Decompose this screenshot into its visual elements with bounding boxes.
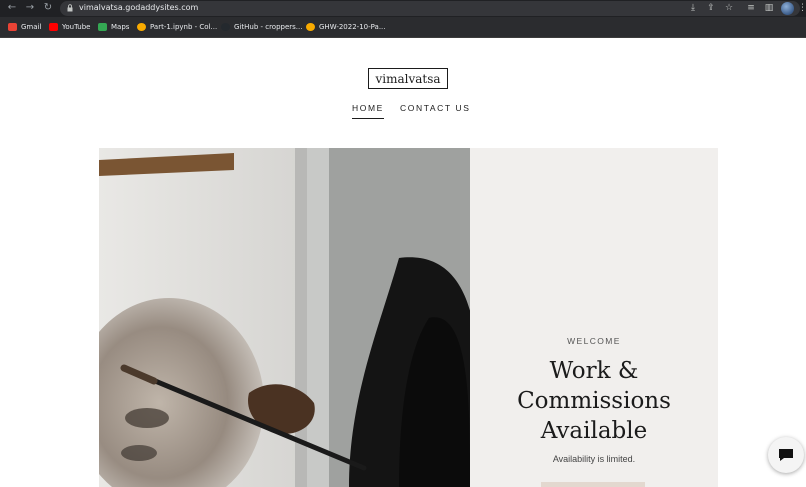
hero-section: WELCOME Work & Commissions Available Ava… xyxy=(99,148,718,487)
bookmark-colab-ghw[interactable]: GHW-2022-10-Pa... xyxy=(306,17,386,37)
hero-cta-button[interactable] xyxy=(541,482,645,487)
site-logo[interactable]: vimalvatsa xyxy=(368,68,448,89)
reading-list-icon[interactable]: ≡ xyxy=(746,3,756,13)
nav-contact-link[interactable]: CONTACT US xyxy=(400,103,470,113)
url-text[interactable]: vimalvatsa.godaddysites.com xyxy=(79,2,198,14)
painter-photo xyxy=(99,148,470,487)
bookmark-youtube[interactable]: YouTube xyxy=(49,17,90,37)
bookmark-gmail[interactable]: Gmail xyxy=(8,17,41,37)
lock-icon[interactable] xyxy=(67,4,73,12)
reload-icon[interactable]: ↻ xyxy=(42,2,54,14)
bookmark-star-icon[interactable]: ☆ xyxy=(724,3,734,13)
hero-subtitle: Availability is limited. xyxy=(552,454,636,464)
bookmark-colab-part1[interactable]: Part-1.ipynb - Col... xyxy=(137,17,217,37)
colab-icon xyxy=(137,23,146,31)
gmail-icon xyxy=(8,23,17,31)
back-icon[interactable]: ← xyxy=(6,2,18,14)
chat-widget-button[interactable] xyxy=(768,437,804,473)
browser-toolbar: ← → ↻ vimalvatsa.godaddysites.com ⤓ ⇪ ☆ … xyxy=(0,0,806,17)
bookmarks-bar: Gmail YouTube Maps Part-1.ipynb - Col...… xyxy=(0,17,806,38)
hero-image xyxy=(99,148,470,487)
youtube-icon xyxy=(49,23,58,31)
bookmark-maps[interactable]: Maps xyxy=(98,17,129,37)
hero-title-line: Available xyxy=(540,418,648,444)
colab-icon xyxy=(306,23,315,31)
chat-icon xyxy=(779,449,793,461)
install-icon[interactable]: ⤓ xyxy=(688,3,698,13)
bookmark-label: Part-1.ipynb - Col... xyxy=(150,23,218,31)
github-icon xyxy=(221,23,230,31)
bookmark-label: Maps xyxy=(111,23,130,31)
side-panel-icon[interactable]: ▥ xyxy=(764,3,774,13)
hero-eyebrow: WELCOME xyxy=(567,336,621,346)
bookmark-github[interactable]: GitHub - croppers... xyxy=(221,17,302,37)
bookmark-label: YouTube xyxy=(62,23,91,31)
bookmark-label: GHW-2022-10-Pa... xyxy=(319,23,386,31)
forward-icon[interactable]: → xyxy=(24,2,36,14)
bookmark-label: GitHub - croppers... xyxy=(234,23,303,31)
bookmark-label: Gmail xyxy=(21,23,42,31)
share-icon[interactable]: ⇪ xyxy=(706,3,716,13)
nav-home-link[interactable]: HOME xyxy=(352,103,384,119)
hero-text-panel: WELCOME Work & Commissions Available Ava… xyxy=(470,148,718,487)
menu-kebab-icon[interactable]: ⋮ xyxy=(798,3,806,13)
hero-title-line: Work & xyxy=(549,358,639,384)
profile-avatar[interactable] xyxy=(781,2,794,15)
hero-title-line: Commissions xyxy=(517,388,671,414)
maps-icon xyxy=(98,23,107,31)
hero-title: Work & Commissions Available xyxy=(470,356,718,446)
